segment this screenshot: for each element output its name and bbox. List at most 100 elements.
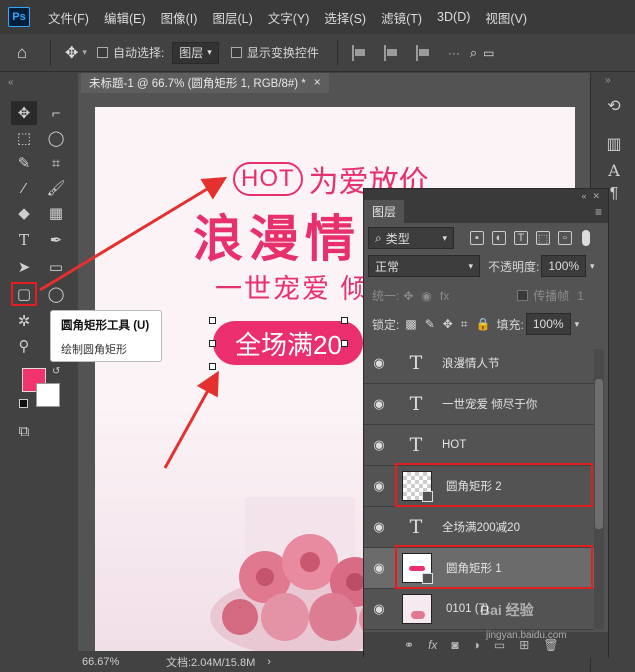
- add-mask-icon[interactable]: ◙: [451, 638, 458, 652]
- layer-filter-dropdown[interactable]: ⌕ 类型 ▾: [368, 227, 454, 249]
- layer-row[interactable]: ◉ T 一世宠爱 倾尽于你: [364, 384, 594, 425]
- scrollbar-thumb[interactable]: [595, 379, 603, 529]
- filter-adjustment-icon[interactable]: ◐: [492, 231, 506, 245]
- tab-layers[interactable]: 图层: [364, 200, 405, 223]
- rectangle-tool-icon[interactable]: ▭: [43, 255, 69, 279]
- history-icon[interactable]: ⟲: [603, 95, 625, 117]
- workspace-icon[interactable]: ▭: [483, 46, 494, 60]
- transform-handle[interactable]: [209, 317, 216, 324]
- chevron-down-icon[interactable]: ▾: [590, 261, 595, 272]
- zoom-tool-icon[interactable]: ⚲: [11, 334, 37, 358]
- align-right-icon[interactable]: [415, 44, 432, 61]
- eraser-tool-icon[interactable]: ◆: [11, 201, 37, 225]
- visibility-eye-icon[interactable]: ◉: [368, 519, 390, 535]
- menu-layer[interactable]: 图层(L): [212, 8, 252, 27]
- close-icon[interactable]: ✕: [592, 191, 600, 202]
- brush-tool-icon[interactable]: 🖌: [43, 176, 69, 200]
- lock-artboard-icon[interactable]: ⌗: [461, 317, 468, 332]
- menu-select[interactable]: 选择(S): [324, 8, 366, 27]
- layer-row[interactable]: ◉ T HOT: [364, 425, 594, 466]
- blend-mode-dropdown[interactable]: 正常 ▾: [368, 255, 480, 277]
- path-select-tool-icon[interactable]: ➤: [11, 255, 37, 279]
- collapse-icon[interactable]: «: [581, 191, 586, 201]
- gradient-tool-icon[interactable]: ▦: [43, 201, 69, 225]
- pen-tool-icon[interactable]: ✒: [43, 228, 69, 252]
- panel-menu-icon[interactable]: ≡: [595, 205, 608, 223]
- menu-3d[interactable]: 3D(D): [437, 10, 470, 24]
- collapse-icon[interactable]: »: [605, 75, 611, 86]
- rounded-rectangle-tool-icon[interactable]: ▢: [11, 282, 37, 306]
- default-colors-icon[interactable]: [19, 399, 28, 408]
- filter-type-icon[interactable]: T: [514, 231, 528, 245]
- auto-select-dropdown[interactable]: 图层 ▾: [172, 41, 219, 64]
- lock-image-icon[interactable]: ✎: [425, 317, 435, 331]
- menu-file[interactable]: 文件(F): [48, 8, 89, 27]
- filter-pixel-icon[interactable]: ▪: [470, 231, 484, 245]
- collapse-icon[interactable]: «: [0, 73, 78, 95]
- lock-all-icon[interactable]: 🔒: [476, 317, 491, 331]
- unify-style-icon[interactable]: fx: [440, 289, 449, 303]
- visibility-eye-icon[interactable]: ◉: [368, 355, 390, 371]
- status-arrow-icon[interactable]: ›: [267, 656, 271, 668]
- menu-view[interactable]: 视图(V): [485, 8, 527, 27]
- auto-select-checkbox[interactable]: [96, 47, 108, 58]
- crop-tool-icon[interactable]: ⌗: [43, 151, 69, 175]
- transform-handle[interactable]: [341, 317, 348, 324]
- lock-position-icon[interactable]: ✥: [443, 317, 453, 331]
- search-icon[interactable]: ⌕: [470, 45, 477, 61]
- visibility-eye-icon[interactable]: ◉: [368, 478, 390, 494]
- more-icon[interactable]: ···: [448, 46, 460, 60]
- align-center-icon[interactable]: [383, 44, 400, 61]
- propagate-checkbox[interactable]: [517, 290, 529, 301]
- visibility-eye-icon[interactable]: ◉: [368, 437, 390, 453]
- lock-transparency-icon[interactable]: ▩: [405, 317, 416, 331]
- zoom-level[interactable]: 66.67%: [82, 656, 142, 668]
- layers-scrollbar[interactable]: [594, 349, 604, 629]
- visibility-eye-icon[interactable]: ◉: [368, 396, 390, 412]
- adjustment-icon[interactable]: ◑: [473, 638, 480, 652]
- menu-type[interactable]: 文字(Y): [268, 8, 310, 27]
- layer-row[interactable]: ◉ T 浪漫情人节: [364, 343, 594, 384]
- eyedropper-tool-icon[interactable]: ⁄: [11, 176, 37, 200]
- transform-handle[interactable]: [341, 340, 348, 347]
- visibility-eye-icon[interactable]: ◉: [368, 560, 390, 576]
- search-icon: ⌕: [375, 230, 382, 245]
- character-icon[interactable]: A: [603, 159, 625, 181]
- home-icon[interactable]: ⌂: [0, 43, 44, 63]
- move-tool-preset-icon[interactable]: ✥: [65, 43, 78, 63]
- show-transform-checkbox[interactable]: [230, 47, 242, 58]
- type-tool-icon[interactable]: T: [11, 228, 37, 252]
- marquee-tool-icon[interactable]: ⬚: [11, 126, 37, 150]
- lasso-tool-icon[interactable]: ◯: [43, 126, 69, 150]
- align-left-icon[interactable]: [351, 44, 368, 61]
- opacity-input[interactable]: 100%: [541, 255, 587, 277]
- properties-icon[interactable]: ▥: [603, 133, 625, 155]
- quick-select-tool-icon[interactable]: ✎: [11, 151, 37, 175]
- swap-colors-icon[interactable]: ↺: [52, 366, 60, 377]
- menu-edit[interactable]: 编辑(E): [104, 8, 146, 27]
- unify-position-icon[interactable]: ✥: [403, 289, 413, 303]
- menu-image[interactable]: 图像(I): [161, 8, 198, 27]
- link-layers-icon[interactable]: ⚭: [404, 638, 414, 652]
- transform-handle[interactable]: [209, 363, 216, 370]
- transform-handle[interactable]: [209, 340, 216, 347]
- filter-smart-object-icon[interactable]: ▫: [558, 231, 572, 245]
- artboard-tool-icon[interactable]: ⌐: [43, 101, 69, 125]
- unify-visibility-icon[interactable]: ◉: [421, 289, 431, 303]
- visibility-eye-icon[interactable]: ◉: [368, 601, 390, 617]
- screen-mode-icon[interactable]: ⧉: [11, 419, 37, 443]
- chevron-down-icon[interactable]: ▾: [82, 47, 87, 58]
- fill-input[interactable]: 100%: [525, 313, 571, 335]
- layer-style-icon[interactable]: fx: [428, 638, 437, 652]
- move-tool-icon[interactable]: ✥: [11, 101, 37, 125]
- layer-row[interactable]: ◉ T 全场满200减20: [364, 507, 594, 548]
- close-icon[interactable]: ×: [314, 77, 321, 89]
- chevron-down-icon[interactable]: ▾: [575, 319, 580, 330]
- background-color-swatch[interactable]: [36, 383, 60, 407]
- filter-shape-icon[interactable]: ⬚: [536, 231, 550, 245]
- filter-toggle[interactable]: [582, 230, 590, 246]
- menu-filter[interactable]: 滤镜(T): [381, 8, 422, 27]
- ellipse-tool-icon[interactable]: ◯: [43, 282, 69, 306]
- document-tab[interactable]: 未标题-1 @ 66.7% (圆角矩形 1, RGB/8#) * ×: [81, 73, 329, 93]
- custom-shape-tool-icon[interactable]: ✲: [11, 309, 37, 333]
